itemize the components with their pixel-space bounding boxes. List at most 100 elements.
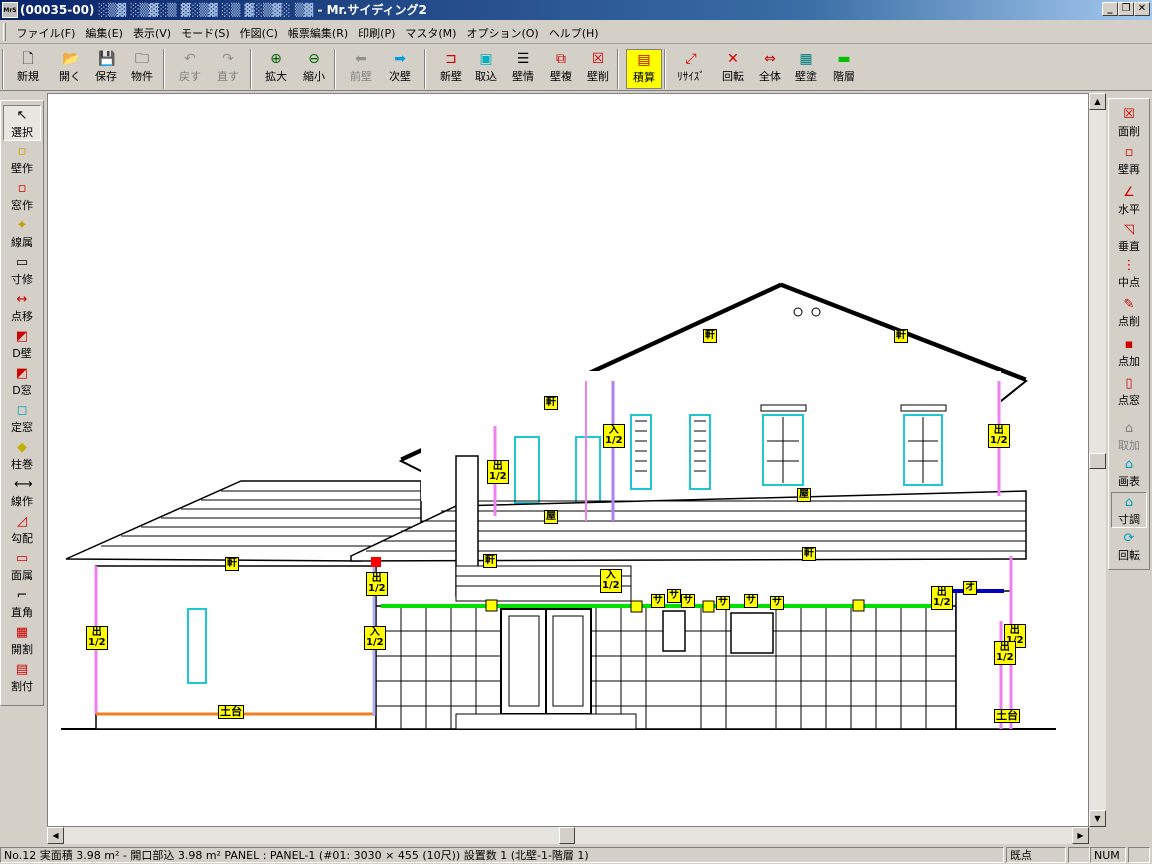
drawing-label-sa[interactable]: サ — [667, 589, 681, 603]
left-tool-layout[interactable]: ▤ 割付 — [3, 660, 41, 696]
close-button[interactable]: ✕ — [1134, 2, 1150, 16]
toolbar-rotate-button[interactable]: ✕ 回転 — [715, 49, 751, 89]
drawing-label-sa[interactable]: サ — [651, 594, 665, 608]
left-tool-point-move[interactable]: ↔ 点移 — [3, 290, 41, 326]
restore-button[interactable]: ❐ — [1118, 2, 1134, 16]
drawing-label-out-half[interactable]: 出 1/2 — [86, 626, 108, 650]
left-tool-fixed-window[interactable]: ◻ 定窓 — [3, 401, 41, 437]
right-tool-face-delete[interactable]: ☒ 面削 — [1111, 105, 1147, 141]
right-tool-point-add[interactable]: ▪ 点加 — [1111, 335, 1147, 371]
toolbar-layer-button[interactable]: ▬ 階層 — [826, 49, 862, 89]
right-tool-dimension-adjust[interactable]: ⌂ 寸調 — [1111, 492, 1147, 528]
title-bar[interactable]: MrS (00035-00) ░▒▓ ░▒▓░▒ ▓░▒▓ ░▒ ▓░▒▓░ ▒… — [0, 0, 1152, 20]
right-tool-rotate-view[interactable]: ⟳ 回転 — [1111, 529, 1147, 565]
drawing-label-eave[interactable]: 軒 — [225, 557, 239, 571]
menu-item-4[interactable]: 作図(C) — [235, 20, 283, 44]
scroll-left-icon[interactable]: ◀ — [47, 827, 64, 844]
horizontal-scroll-thumb[interactable] — [559, 827, 575, 844]
left-tool-d-wall[interactable]: ◩ D壁 — [3, 327, 41, 363]
toolbar-wall-delete-button[interactable]: ☒ 壁削 — [580, 49, 616, 89]
left-tool-opening-split[interactable]: ▦ 開割 — [3, 623, 41, 659]
toolbar-wall-copy-button[interactable]: ⧉ 壁複 — [543, 49, 579, 89]
drawing-canvas[interactable]: 軒軒軒軒軒軒屋屋出 1/2出 1/2出 1/2出 1/2出 1/2出 1/2出 … — [47, 93, 1089, 827]
toolbar-import-button[interactable]: ▣ 取込 — [468, 49, 504, 89]
left-tool-face-attr[interactable]: ▭ 面属 — [3, 549, 41, 585]
minimize-button[interactable]: _ — [1102, 2, 1118, 16]
drawing-label-in-half[interactable]: 入 1/2 — [603, 424, 625, 448]
toolbar-save-disk-button[interactable]: 💾 保存 — [88, 49, 124, 89]
toolbar-resize-button[interactable]: ⤢ ﾘｻｲｽﾞ — [673, 49, 709, 89]
drawing-label-roof[interactable]: 屋 — [544, 510, 558, 524]
right-tool-import-add[interactable]: ⌂ 取加 — [1111, 419, 1147, 455]
toolbar-undo-button[interactable]: ↶ 戻す — [172, 49, 208, 89]
drawing-label-eave[interactable]: 軒 — [544, 396, 558, 410]
app-icon[interactable]: MrS — [2, 2, 18, 18]
toolbar-estimate-button[interactable]: ▤ 積算 — [626, 49, 662, 89]
drawing-label-sill[interactable]: 土台 — [218, 705, 244, 719]
drawing-label-eave[interactable]: 軒 — [483, 554, 497, 568]
drawing-label-out-half[interactable]: 出 1/2 — [366, 572, 388, 596]
menu-item-5[interactable]: 帳票編集(R) — [283, 20, 353, 44]
left-tool-d-window[interactable]: ◩ D窓 — [3, 364, 41, 400]
vertical-scrollbar[interactable]: ▲ ▼ — [1089, 93, 1106, 827]
drawing-label-sa[interactable]: サ — [770, 596, 784, 610]
toolbar-wall-paint-button[interactable]: ▦ 壁塗 — [788, 49, 824, 89]
left-tool-pillar-wrap[interactable]: ◆ 柱巻 — [3, 438, 41, 474]
right-tool-horizontal[interactable]: ∠ 水平 — [1111, 183, 1147, 219]
right-tool-point-delete[interactable]: ✎ 点削 — [1111, 295, 1147, 331]
drawing-label-sa[interactable]: サ — [681, 594, 695, 608]
toolbar-property-button[interactable]: 🗀 物件 — [124, 49, 160, 89]
toolbar-new-wall-button[interactable]: ⊐ 新壁 — [433, 49, 469, 89]
left-tool-line-attr[interactable]: ✦ 線属 — [3, 216, 41, 252]
drawing-label-out-half[interactable]: 出 1/2 — [931, 586, 953, 610]
right-tool-wall-redo[interactable]: ▫ 壁再 — [1111, 143, 1147, 179]
right-tool-midpoint[interactable]: ⋮ 中点 — [1111, 256, 1147, 292]
toolbar-prev-wall-button[interactable]: ⬅ 前壁 — [343, 49, 379, 89]
left-tool-select-arrow[interactable]: ↖ 選択 — [3, 105, 41, 141]
left-tool-dimension-edit[interactable]: ▭ 寸修 — [3, 253, 41, 289]
menu-item-3[interactable]: モード(S) — [176, 20, 235, 44]
horizontal-scrollbar[interactable]: ◀ ▶ — [47, 827, 1089, 844]
right-tool-vertical[interactable]: ◹ 垂直 — [1111, 220, 1147, 256]
left-tool-wall-create[interactable]: ▫ 壁作 — [3, 142, 41, 178]
scroll-up-icon[interactable]: ▲ — [1089, 93, 1106, 110]
scroll-right-icon[interactable]: ▶ — [1072, 827, 1089, 844]
scroll-down-icon[interactable]: ▼ — [1089, 810, 1106, 827]
drawing-label-eave[interactable]: 軒 — [802, 547, 816, 561]
elevation-drawing[interactable] — [48, 94, 1089, 827]
toolbar-wall-info-button[interactable]: ☰ 壁情 — [505, 49, 541, 89]
left-tool-line-create[interactable]: ⟷ 線作 — [3, 475, 41, 511]
drawing-label-out-half[interactable]: 出 1/2 — [487, 460, 509, 484]
menu-item-0[interactable]: ファイル(F) — [12, 20, 81, 44]
drawing-label-in-half[interactable]: 入 1/2 — [364, 626, 386, 650]
toolbar-redo-button[interactable]: ↷ 直す — [210, 49, 246, 89]
toolbar-next-wall-button[interactable]: ➡ 次壁 — [382, 49, 418, 89]
right-tool-point-window[interactable]: ▯ 点窓 — [1111, 374, 1147, 410]
drawing-label-roof[interactable]: 屋 — [797, 488, 811, 502]
drawing-label-out-half[interactable]: 出 1/2 — [994, 641, 1016, 665]
left-tool-window-create[interactable]: ▫ 窓作 — [3, 179, 41, 215]
right-tool-screen-display[interactable]: ⌂ 画表 — [1111, 455, 1147, 491]
toolbar-new-file-button[interactable]: 🗋 新規 — [10, 49, 46, 89]
menu-item-6[interactable]: 印刷(P) — [353, 20, 400, 44]
drawing-label-out-half[interactable]: 出 1/2 — [988, 424, 1010, 448]
drawing-label-in-half[interactable]: 入 1/2 — [600, 569, 622, 593]
drawing-label-sa[interactable]: サ — [716, 596, 730, 610]
drawing-label-sill[interactable]: 土台 — [994, 709, 1020, 723]
toolbar-zoom-out-button[interactable]: ⊖ 縮小 — [296, 49, 332, 89]
vertical-scroll-thumb[interactable] — [1089, 453, 1106, 469]
menu-item-9[interactable]: ヘルプ(H) — [544, 20, 604, 44]
drawing-label-eave[interactable]: 軒 — [894, 329, 908, 343]
menu-item-8[interactable]: オプション(O) — [461, 20, 543, 44]
drawing-label-o[interactable]: オ — [963, 581, 977, 595]
menu-item-2[interactable]: 表示(V) — [128, 20, 176, 44]
toolbar-zoom-in-button[interactable]: ⊕ 拡大 — [258, 49, 294, 89]
toolbar-open-folder-button[interactable]: 📂 開く — [52, 49, 88, 89]
drawing-label-sa[interactable]: サ — [744, 594, 758, 608]
left-tool-slope[interactable]: ◿ 勾配 — [3, 512, 41, 548]
drawing-label-eave[interactable]: 軒 — [703, 329, 717, 343]
left-tool-right-angle[interactable]: ⌐ 直角 — [3, 586, 41, 622]
menu-item-1[interactable]: 編集(E) — [80, 20, 128, 44]
toolbar-fit-all-button[interactable]: ⇔ 全体 — [752, 49, 788, 89]
menu-item-7[interactable]: マスタ(M) — [400, 20, 461, 44]
